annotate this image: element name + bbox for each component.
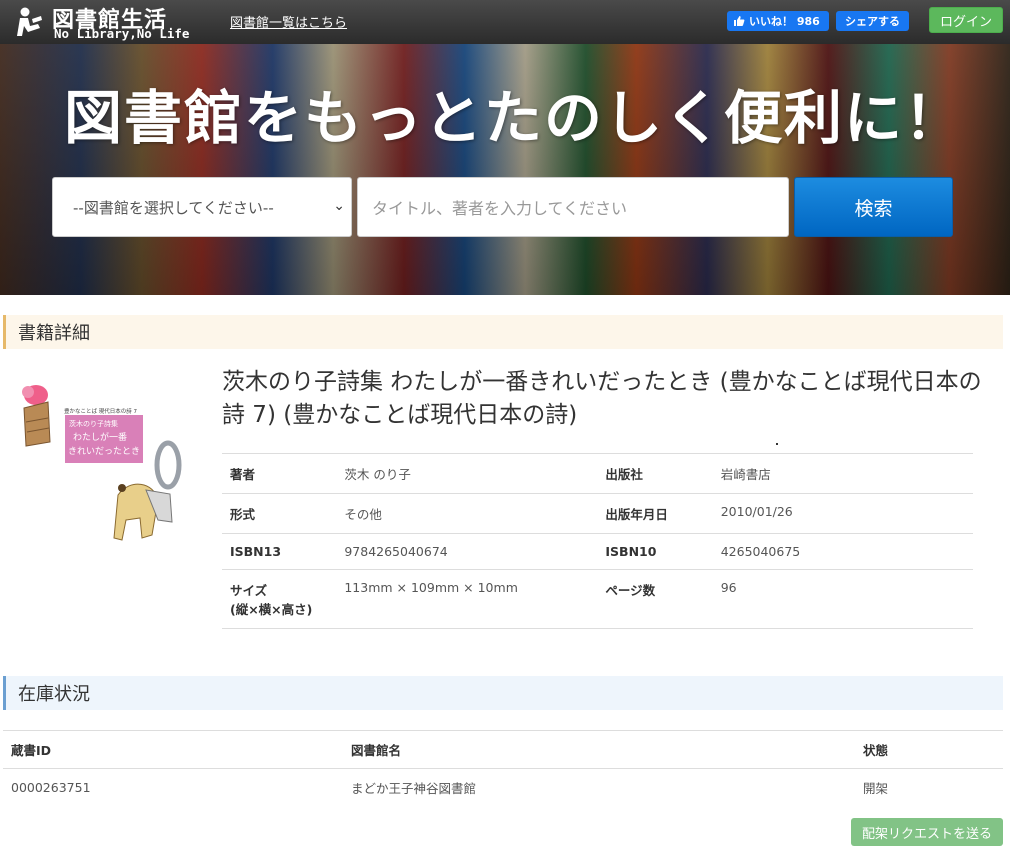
top-navbar: 図書館生活 No Library,No Life 図書館一覧はこちら いいね！ … — [0, 0, 1010, 44]
publisher-label: 出版社 — [597, 453, 713, 494]
column-header-library: 図書館名 — [343, 730, 855, 769]
book-detail-heading: 書籍詳細 — [3, 315, 1003, 349]
pages-value: 96 — [712, 569, 973, 629]
thumbs-up-icon — [734, 16, 745, 26]
table-row: サイズ (縦×横×高さ) 113mm × 109mm × 10mm ページ数 9… — [222, 569, 973, 629]
library-select-value: --図書館を選択してください-- — [73, 198, 274, 217]
table-row: 形式 その他 出版年月日 2010/01/26 — [222, 493, 973, 534]
pages-label: ページ数 — [597, 569, 713, 629]
book-title: 茨木のり子詩集 わたしが一番きれいだったとき (豊かなことば現代日本の詩 7) … — [222, 369, 982, 428]
shelf-request-button[interactable]: 配架リクエストを送る — [851, 818, 1003, 846]
holding-id-cell: 0000263751 — [11, 780, 91, 795]
library-name-cell: まどか王子神谷図書館 — [351, 781, 477, 796]
format-value: その他 — [336, 493, 598, 534]
table-row: 0000263751 まどか王子神谷図書館 開架 — [3, 769, 1003, 807]
chevron-down-icon: ⌄ — [333, 198, 345, 214]
facebook-like-button[interactable]: いいね！ 986 — [727, 11, 829, 31]
table-header-row: 蔵書ID 図書館名 状態 — [3, 730, 1003, 769]
author-label: 著者 — [222, 453, 337, 494]
cover-author-text: 茨木のり子詩集 — [69, 419, 118, 428]
size-label-line2: (縦×横×高さ) — [230, 602, 313, 617]
format-label: 形式 — [222, 493, 337, 534]
pubdate-value: 2010/01/26 — [712, 493, 973, 534]
login-button[interactable]: ログイン — [929, 7, 1003, 33]
isbn13-label: ISBN13 — [222, 533, 337, 570]
size-label-line1: サイズ — [230, 583, 268, 598]
like-count-label: いいね！ 986 — [749, 15, 820, 28]
publisher-value: 岩崎書店 — [712, 453, 973, 494]
status-cell: 開架 — [863, 781, 889, 796]
table-row: 著者 茨木 のり子 出版社 岩崎書店 — [222, 453, 973, 494]
library-list-link[interactable]: 図書館一覧はこちら — [230, 12, 347, 31]
size-value: 113mm × 109mm × 10mm — [336, 569, 598, 629]
hero-banner: 図書館をもっとたのしく便利に！ --図書館を選択してください-- ⌄ タイトル、… — [0, 44, 1010, 295]
stock-table: 蔵書ID 図書館名 状態 0000263751 まどか王子神谷図書館 開架 — [3, 730, 1003, 806]
site-logo-subtitle: No Library,No Life — [54, 26, 190, 41]
cover-title-line1: わたしが一番 — [73, 431, 127, 443]
stock-status-heading: 在庫状況 — [3, 676, 1003, 710]
search-input[interactable]: タイトル、著者を入力してください — [357, 177, 789, 237]
isbn10-value: 4265040675 — [712, 533, 973, 570]
author-value: 茨木 のり子 — [336, 453, 598, 494]
pubdate-label: 出版年月日 — [597, 493, 713, 534]
book-cover-image: 豊かなことば 現代日本の詩 7 茨木のり子詩集 わたしが一番 きれいだったとき — [18, 370, 198, 555]
hero-tagline: 図書館をもっとたのしく便利に！ — [64, 84, 965, 152]
column-header-id: 蔵書ID — [3, 730, 343, 769]
search-button[interactable]: 検索 — [794, 177, 953, 237]
size-label: サイズ (縦×横×高さ) — [222, 569, 337, 629]
column-header-status: 状態 — [855, 730, 1003, 769]
cover-title-line2: きれいだったとき — [68, 446, 140, 457]
isbn10-label: ISBN10 — [597, 533, 713, 570]
decorative-dot — [776, 443, 778, 445]
facebook-share-button[interactable]: シェアする — [836, 11, 909, 31]
table-row: ISBN13 9784265040674 ISBN10 4265040675 — [222, 533, 973, 570]
cover-series-text: 豊かなことば 現代日本の詩 7 — [64, 407, 137, 415]
book-detail-table: 著者 茨木 のり子 出版社 岩崎書店 形式 その他 出版年月日 2010/01/… — [222, 453, 973, 629]
reader-logo-icon — [17, 7, 42, 36]
isbn13-value: 9784265040674 — [336, 533, 598, 570]
library-select[interactable]: --図書館を選択してください-- ⌄ — [52, 177, 352, 237]
